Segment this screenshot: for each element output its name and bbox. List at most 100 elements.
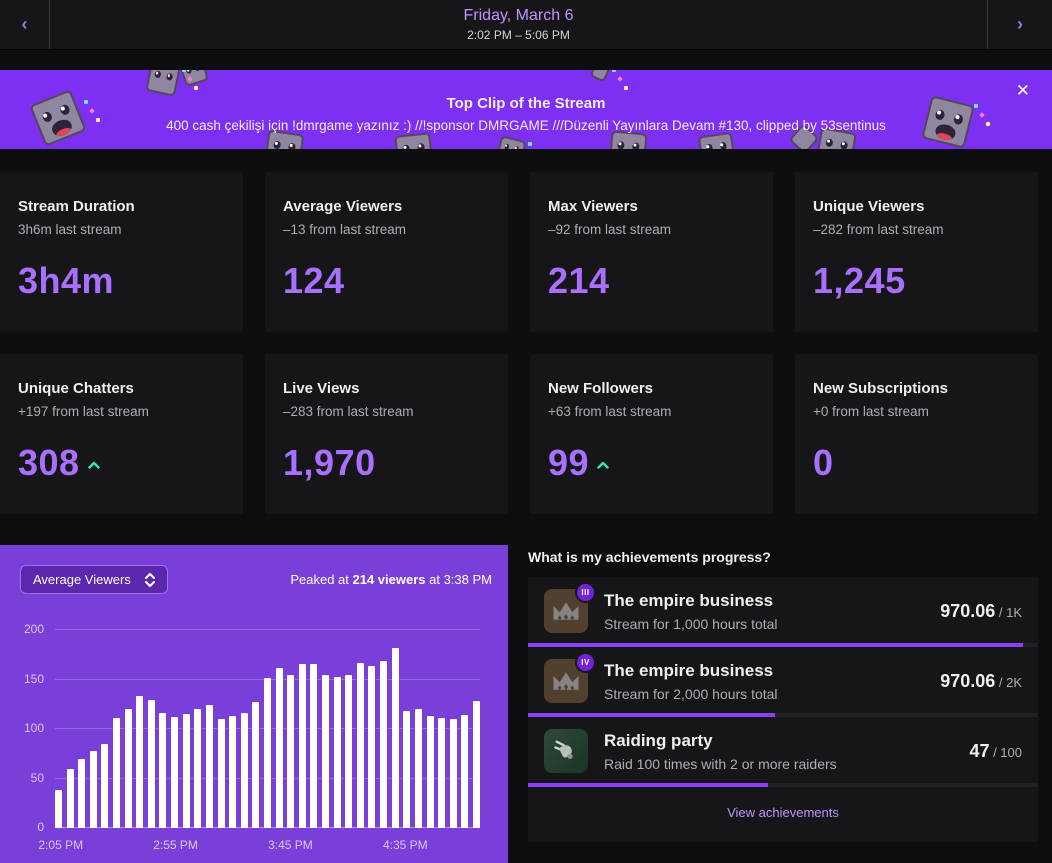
bar[interactable] bbox=[461, 715, 469, 828]
previous-day-button[interactable]: ‹ bbox=[0, 0, 49, 49]
confetti-decoration bbox=[612, 70, 616, 72]
stat-title: Stream Duration bbox=[18, 198, 135, 215]
bar[interactable] bbox=[217, 719, 225, 828]
bar[interactable] bbox=[78, 758, 86, 828]
stream-time-range: 2:02 PM – 5:06 PM bbox=[467, 28, 570, 42]
bar[interactable] bbox=[380, 660, 388, 828]
bar[interactable] bbox=[275, 667, 283, 828]
emote-decoration bbox=[178, 70, 210, 88]
bar[interactable] bbox=[368, 665, 376, 828]
bar[interactable] bbox=[356, 662, 364, 828]
bar[interactable] bbox=[182, 714, 190, 828]
achievement-title: The empire business bbox=[604, 660, 774, 680]
bar[interactable] bbox=[287, 674, 295, 828]
y-axis-tick-label: 150 bbox=[23, 671, 44, 686]
bar[interactable] bbox=[55, 790, 62, 828]
achievement-score: 970.06 / 2K bbox=[940, 670, 1022, 691]
next-day-button[interactable]: › bbox=[988, 0, 1052, 49]
bar[interactable] bbox=[449, 719, 457, 828]
stat-title: Live Views bbox=[283, 380, 360, 397]
achievement-icon: IV bbox=[544, 652, 596, 703]
date-navigation-bar: ‹ Friday, March 6 2:02 PM – 5:06 PM › bbox=[0, 0, 1052, 50]
bar[interactable] bbox=[263, 677, 271, 828]
metric-select-label: Average Viewers bbox=[33, 572, 131, 587]
stat-card: Max Viewers –92 from last stream 214 bbox=[530, 172, 773, 332]
emote-decoration bbox=[145, 70, 181, 97]
chevron-right-icon: › bbox=[1017, 14, 1023, 34]
stat-comparison: +63 from last stream bbox=[548, 404, 672, 419]
achievement-description: Stream for 2,000 hours total bbox=[604, 685, 778, 702]
achievement-score: 47 / 100 bbox=[969, 740, 1022, 761]
bar[interactable] bbox=[147, 700, 155, 828]
emote-decoration bbox=[608, 130, 648, 149]
bar[interactable] bbox=[124, 709, 132, 828]
bar[interactable] bbox=[333, 676, 341, 828]
bar[interactable] bbox=[66, 768, 74, 828]
peak-viewers-value: 214 viewers bbox=[352, 572, 426, 587]
stat-comparison: –13 from last stream bbox=[283, 222, 407, 237]
achievement-progress-bar bbox=[528, 783, 1038, 787]
achievement-description: Stream for 1,000 hours total bbox=[604, 615, 778, 632]
x-axis-tick-label: 2:05 PM bbox=[38, 838, 84, 852]
select-caret-icon bbox=[144, 572, 155, 587]
bar[interactable] bbox=[101, 743, 109, 828]
view-achievements-link[interactable]: View achievements bbox=[727, 805, 839, 820]
bar[interactable] bbox=[414, 709, 422, 828]
x-axis-tick-label: 2:55 PM bbox=[153, 838, 198, 852]
achievement-item[interactable]: IV The empire business Stream for 2,000 … bbox=[528, 647, 1038, 717]
top-clip-banner: Top Clip of the Stream 400 cash çekilişi… bbox=[0, 70, 1052, 149]
emote-decoration bbox=[394, 132, 434, 149]
bar[interactable] bbox=[159, 713, 167, 828]
stat-card: Average Viewers –13 from last stream 124 bbox=[265, 172, 508, 332]
stats-grid: Stream Duration 3h6m last stream 3h4m Ave… bbox=[0, 172, 1038, 514]
bar[interactable] bbox=[194, 709, 202, 828]
achievement-item[interactable]: III The empire business Stream for 1,000… bbox=[528, 577, 1038, 647]
bar[interactable] bbox=[322, 674, 330, 828]
emote-decoration bbox=[495, 135, 527, 149]
bar[interactable] bbox=[89, 750, 97, 828]
banner-subtitle: 400 cash çekilişi için !dmrgame yazınız … bbox=[166, 118, 886, 133]
bar[interactable] bbox=[113, 718, 121, 828]
stat-value: 0 bbox=[813, 442, 834, 483]
bar[interactable] bbox=[426, 716, 434, 828]
achievement-score: 970.06 / 1K bbox=[940, 600, 1022, 621]
stat-card: New Followers +63 from last stream 99 bbox=[530, 354, 773, 514]
bar[interactable] bbox=[240, 713, 248, 828]
peak-viewers-note: Peaked at 214 viewers at 3:38 PM bbox=[290, 572, 492, 587]
stat-title: Unique Chatters bbox=[18, 380, 134, 397]
bar-chart: 0 50 100 150 200 bbox=[24, 622, 480, 834]
chevron-left-icon: ‹ bbox=[21, 14, 28, 34]
stat-title: New Subscriptions bbox=[813, 380, 949, 397]
bar[interactable] bbox=[438, 718, 446, 828]
bar[interactable] bbox=[171, 717, 179, 828]
bar[interactable] bbox=[205, 705, 213, 828]
achievement-icon bbox=[544, 729, 588, 773]
bar[interactable] bbox=[391, 647, 399, 828]
metric-select-dropdown[interactable]: Average Viewers bbox=[20, 565, 168, 594]
viewers-chart-panel: Average Viewers Peaked at 214 viewers at… bbox=[0, 545, 508, 863]
bar[interactable] bbox=[298, 663, 306, 828]
stat-comparison: +197 from last stream bbox=[18, 404, 149, 419]
y-axis-tick-label: 0 bbox=[37, 820, 44, 834]
close-icon[interactable]: ✕ bbox=[1016, 82, 1030, 99]
achievement-level-badge: III bbox=[575, 582, 596, 603]
achievement-item[interactable]: Raiding party Raid 100 times with 2 or m… bbox=[528, 717, 1038, 787]
stat-value: 99 bbox=[548, 436, 609, 484]
bar[interactable] bbox=[136, 696, 144, 828]
bar[interactable] bbox=[472, 701, 480, 828]
emote-decoration bbox=[589, 70, 611, 83]
achievement-description: Raid 100 times with 2 or more raiders bbox=[604, 755, 837, 772]
confetti-decoration bbox=[528, 142, 532, 146]
bar[interactable] bbox=[310, 663, 318, 828]
achievements-footer: View achievements bbox=[528, 787, 1038, 842]
raid-icon bbox=[554, 740, 573, 759]
stat-comparison: –92 from last stream bbox=[548, 222, 672, 237]
bar[interactable] bbox=[252, 702, 260, 828]
date-title: Friday, March 6 bbox=[463, 7, 574, 24]
bar[interactable] bbox=[229, 716, 237, 828]
bar[interactable] bbox=[345, 674, 353, 828]
stat-value: 1,970 bbox=[283, 442, 376, 483]
bar[interactable] bbox=[403, 711, 411, 828]
stat-title: Average Viewers bbox=[283, 198, 403, 215]
stat-comparison: 3h6m last stream bbox=[18, 222, 122, 237]
